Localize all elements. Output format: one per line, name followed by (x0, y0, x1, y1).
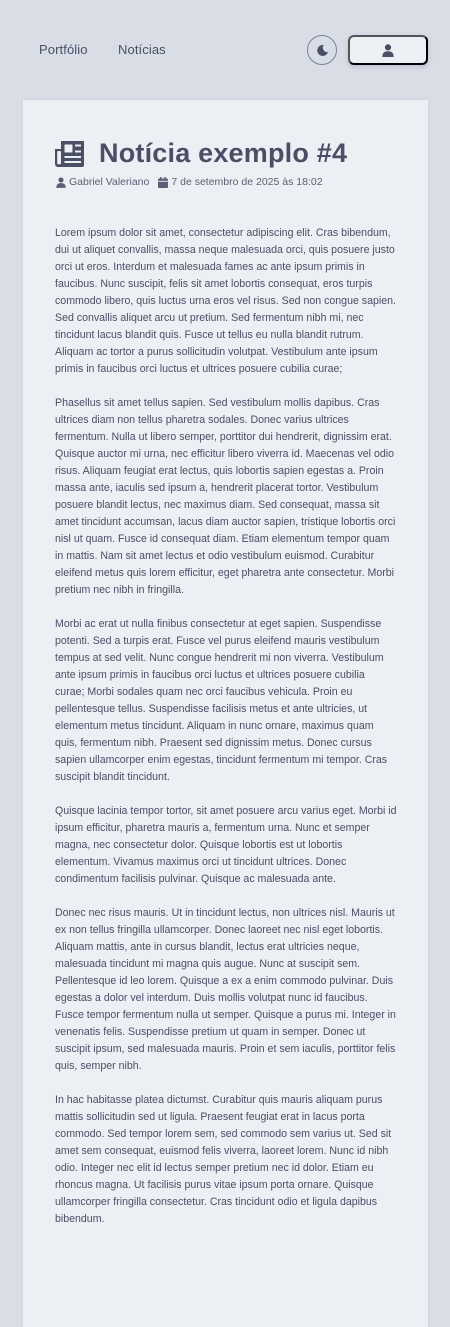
article-header: Notícia exemplo #4 (55, 138, 347, 169)
user-account-button[interactable] (348, 35, 428, 65)
moon-icon (316, 44, 328, 56)
user-icon (382, 43, 394, 57)
article-meta: Gabriel Valeriano 7 de setembro de 2025 … (56, 176, 323, 188)
nav-link-portfolio[interactable]: Portfólio (39, 42, 88, 57)
newspaper-icon (55, 140, 84, 167)
calendar-icon (158, 176, 169, 188)
article-paragraph: Quisque lacinia tempor tortor, sit amet … (55, 805, 397, 885)
article-card: Notícia exemplo #4 Gabriel Valeriano 7 d… (23, 100, 428, 1327)
article-author: Gabriel Valeriano (69, 176, 150, 188)
article-paragraph: In hac habitasse platea dictumst. Curabi… (55, 1094, 392, 1225)
article-body: Lorem ipsum dolor sit amet, consectetur … (55, 225, 397, 1245)
article-date: 7 de setembro de 2025 às 18:02 (171, 176, 323, 188)
user-icon (56, 176, 66, 188)
article-paragraph: Lorem ipsum dolor sit amet, consectetur … (55, 227, 396, 375)
theme-toggle-button[interactable] (307, 35, 337, 65)
article-title: Notícia exemplo #4 (99, 138, 348, 168)
article-paragraph: Donec nec risus mauris. Ut in tincidunt … (55, 907, 396, 1072)
article-paragraph: Phasellus sit amet tellus sapien. Sed ve… (55, 397, 396, 596)
nav-link-noticias[interactable]: Notícias (118, 42, 166, 57)
article-paragraph: Morbi ac erat ut nulla finibus consectet… (55, 618, 388, 783)
top-navbar: Portfólio Notícias (0, 0, 450, 100)
